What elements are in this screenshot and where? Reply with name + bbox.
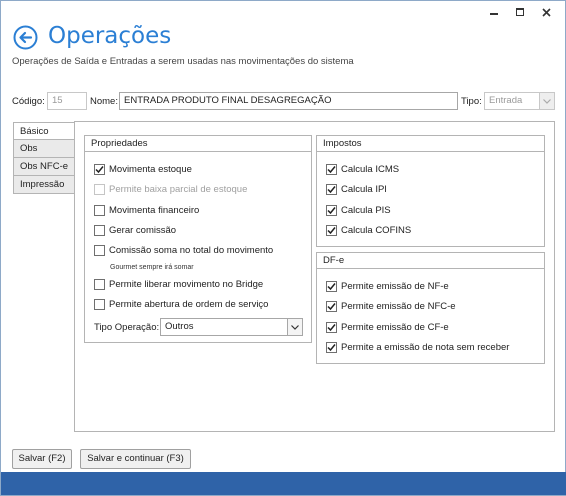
tab-list: Básico Obs Obs NFC-e Impressão	[13, 122, 75, 194]
checkbox-nota-sem-receber[interactable]: Permite a emissão de nota sem receber	[326, 342, 509, 353]
checkbox-box[interactable]	[326, 225, 337, 236]
checkbox-label: Calcula IPI	[341, 184, 387, 195]
checkbox-box[interactable]	[94, 164, 105, 175]
checkbox-label: Gerar comissão	[109, 225, 177, 236]
window-controls	[481, 4, 559, 20]
check-icon	[327, 283, 336, 291]
gourmet-note: Gourmet sempre irá somar	[110, 264, 194, 271]
checkbox-gerar-comissao[interactable]: Gerar comissão	[94, 225, 176, 236]
tipo-select[interactable]: Entrada	[484, 92, 555, 110]
dfe-title: DF-e	[317, 253, 544, 269]
checkbox-box[interactable]	[94, 225, 105, 236]
checkbox-label: Movimenta financeiro	[109, 205, 200, 216]
checkbox-label: Permite emissão de CF-e	[341, 322, 449, 333]
checkbox-emissao-nfe[interactable]: Permite emissão de NF-e	[326, 281, 449, 292]
check-icon	[327, 186, 336, 194]
footer-bar	[1, 472, 566, 495]
checkbox-label: Movimenta estoque	[109, 164, 192, 175]
checkbox-box[interactable]	[326, 164, 337, 175]
tipo-operacao-value: Outros	[165, 321, 194, 332]
check-icon	[327, 344, 336, 352]
checkbox-label: Permite emissão de NF-e	[341, 281, 449, 292]
checkbox-box[interactable]	[326, 205, 337, 216]
back-arrow-icon	[13, 25, 38, 50]
checkbox-ordem-servico[interactable]: Permite abertura de ordem de serviço	[94, 299, 268, 310]
checkbox-comissao-soma[interactable]: Comissão soma no total do movimento	[94, 245, 273, 256]
checkbox-box[interactable]	[94, 279, 105, 290]
checkbox-label: Calcula PIS	[341, 205, 391, 216]
checkbox-permite-baixa-parcial: Permite baixa parcial de estoque	[94, 184, 247, 195]
checkbox-label: Calcula COFINS	[341, 225, 412, 236]
nome-field[interactable]: ENTRADA PRODUTO FINAL DESAGREGAÇÃO	[119, 92, 458, 110]
checkbox-box[interactable]	[326, 184, 337, 195]
check-icon	[327, 324, 336, 332]
operacoes-window: Operações Operações de Saída e Entradas …	[0, 0, 566, 496]
checkbox-label: Calcula ICMS	[341, 164, 400, 175]
tab-impressao[interactable]: Impressão	[13, 176, 75, 194]
checkbox-box[interactable]	[94, 299, 105, 310]
tab-content-panel: Propriedades Movimenta estoque Permite b…	[74, 121, 555, 432]
impostos-group: Impostos Calcula ICMS Calcula IPI Calcul…	[316, 135, 545, 247]
dfe-group: DF-e Permite emissão de NF-e Permite emi…	[316, 252, 545, 364]
close-button[interactable]	[533, 4, 559, 20]
check-icon	[327, 207, 336, 215]
checkbox-movimenta-estoque[interactable]: Movimenta estoque	[94, 164, 192, 175]
checkbox-movimenta-financeiro[interactable]: Movimenta financeiro	[94, 205, 199, 216]
maximize-icon	[516, 8, 524, 16]
tab-obs[interactable]: Obs	[13, 140, 75, 158]
checkbox-box[interactable]	[326, 301, 337, 312]
minimize-icon	[490, 13, 498, 15]
tipo-label: Tipo:	[461, 96, 482, 107]
check-icon	[95, 166, 104, 174]
minimize-button[interactable]	[481, 4, 507, 20]
check-icon	[327, 227, 336, 235]
page-title: Operações	[48, 23, 172, 49]
checkbox-calcula-ipi[interactable]: Calcula IPI	[326, 184, 387, 195]
propriedades-title: Propriedades	[85, 136, 311, 152]
impostos-title: Impostos	[317, 136, 544, 152]
chevron-down-icon	[543, 98, 551, 104]
tipo-operacao-select[interactable]: Outros	[160, 318, 303, 336]
tipo-value: Entrada	[489, 95, 523, 106]
codigo-label: Código:	[12, 96, 45, 107]
checkbox-label: Permite emissão de NFC-e	[341, 301, 456, 312]
codigo-field[interactable]: 15	[47, 92, 87, 110]
check-icon	[327, 166, 336, 174]
checkbox-calcula-pis[interactable]: Calcula PIS	[326, 205, 391, 216]
maximize-button[interactable]	[507, 4, 533, 20]
checkbox-label: Permite baixa parcial de estoque	[109, 184, 248, 195]
nome-label: Nome:	[90, 96, 118, 107]
close-icon	[541, 7, 551, 17]
checkbox-liberar-bridge[interactable]: Permite liberar movimento no Bridge	[94, 279, 263, 290]
tab-basico[interactable]: Básico	[13, 122, 74, 140]
tipo-operacao-dropdown-arrow[interactable]	[287, 319, 302, 335]
page-subtitle: Operações de Saída e Entradas a serem us…	[12, 56, 354, 67]
checkbox-box	[94, 184, 105, 195]
checkbox-emissao-cfe[interactable]: Permite emissão de CF-e	[326, 322, 449, 333]
save-continue-button[interactable]: Salvar e continuar (F3)	[80, 449, 191, 469]
checkbox-calcula-icms[interactable]: Calcula ICMS	[326, 164, 399, 175]
checkbox-box[interactable]	[94, 245, 105, 256]
checkbox-label: Permite a emissão de nota sem receber	[341, 342, 510, 353]
tipo-operacao-label: Tipo Operação:	[94, 322, 160, 333]
check-icon	[327, 303, 336, 311]
propriedades-group: Propriedades Movimenta estoque Permite b…	[84, 135, 312, 343]
tipo-dropdown-arrow	[539, 93, 554, 109]
tab-obs-nfce[interactable]: Obs NFC-e	[13, 158, 75, 176]
checkbox-calcula-cofins[interactable]: Calcula COFINS	[326, 225, 411, 236]
checkbox-label: Comissão soma no total do movimento	[109, 245, 274, 256]
save-button[interactable]: Salvar (F2)	[12, 449, 72, 469]
chevron-down-icon	[291, 324, 299, 330]
checkbox-label: Permite abertura de ordem de serviço	[109, 299, 269, 310]
checkbox-box[interactable]	[326, 281, 337, 292]
checkbox-box[interactable]	[326, 342, 337, 353]
checkbox-emissao-nfce[interactable]: Permite emissão de NFC-e	[326, 301, 456, 312]
checkbox-box[interactable]	[326, 322, 337, 333]
back-button[interactable]	[13, 25, 38, 50]
checkbox-box[interactable]	[94, 205, 105, 216]
checkbox-label: Permite liberar movimento no Bridge	[109, 279, 264, 290]
